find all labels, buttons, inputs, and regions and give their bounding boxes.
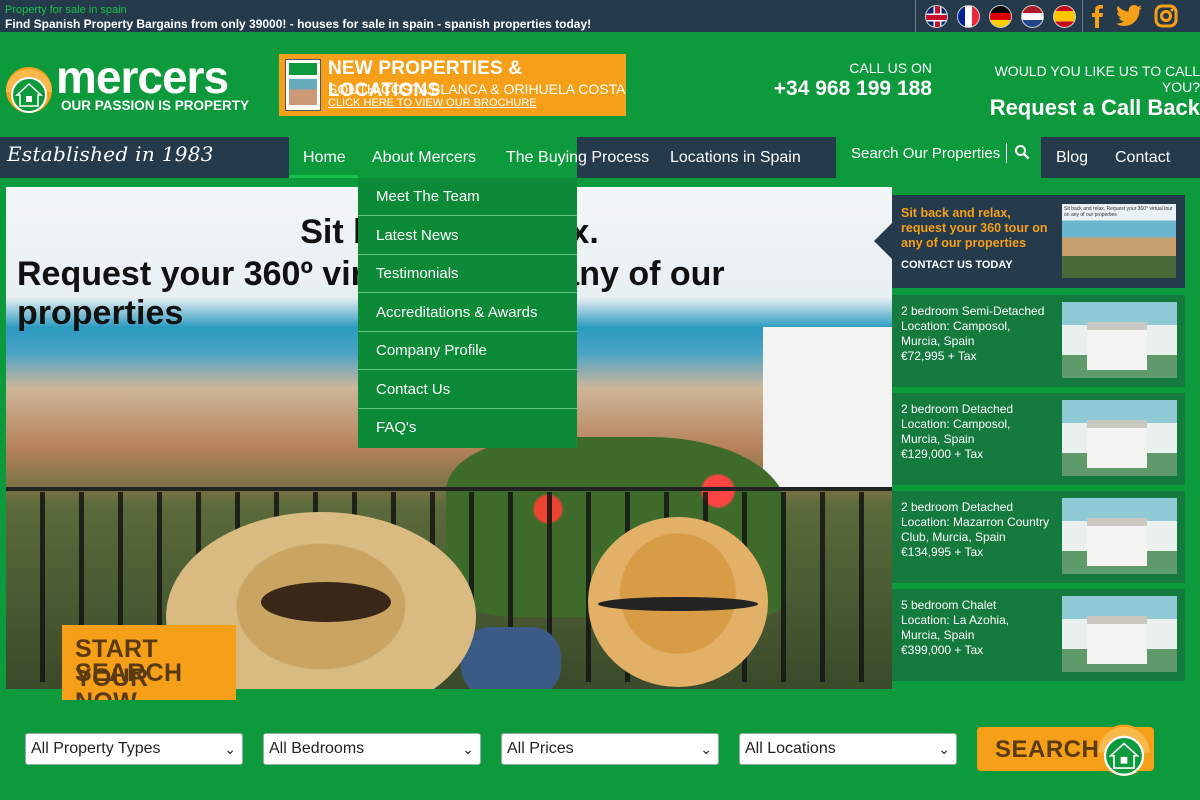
- social-links: [1090, 0, 1178, 32]
- logo-slogan: OUR PASSION IS PROPERTY: [61, 98, 250, 113]
- netherlands-flag-icon[interactable]: [1021, 4, 1044, 28]
- hero-hat-right: [588, 517, 768, 687]
- property-price: €399,000 + Tax: [901, 643, 984, 657]
- mercers-logo[interactable]: mercers OUR PASSION IS PROPERTY: [4, 51, 264, 124]
- property-location: Location: La Azohia, Murcia, Spain: [901, 613, 1010, 642]
- bedrooms-value: All Bedrooms: [269, 740, 365, 757]
- chevron-down-icon: ⌄: [938, 741, 950, 757]
- property-location: Location: Mazarron Country Club, Murcia,…: [901, 515, 1050, 544]
- brochure-link[interactable]: CLICK HERE TO VIEW OUR BROCHURE: [328, 97, 537, 109]
- germany-flag-icon[interactable]: [989, 4, 1012, 28]
- property-photo[interactable]: [1062, 596, 1177, 672]
- menu-item-company-profile[interactable]: Company Profile: [358, 332, 577, 370]
- menu-item-faqs[interactable]: FAQ's: [358, 409, 577, 447]
- property-title: 2 bedroom Detached: [901, 500, 1014, 514]
- nav-blog[interactable]: Blog: [1042, 137, 1102, 178]
- property-photo[interactable]: [1062, 498, 1177, 574]
- property-details: 2 bedroom Detached Location: Camposol, M…: [901, 402, 1051, 462]
- property-location: Location: Camposol, Murcia, Spain: [901, 319, 1011, 348]
- virtual-tour-promo[interactable]: Sit back and relax, request your 360 tou…: [874, 195, 1185, 288]
- menu-item-contact-us[interactable]: Contact Us: [358, 371, 577, 409]
- property-title: 2 bedroom Detached: [901, 402, 1014, 416]
- main-nav: Established in 1983 Home About Mercers T…: [0, 133, 1200, 207]
- search-properties-label: Search Our Properties: [851, 145, 1001, 162]
- phone-number[interactable]: +34 968 199 188: [740, 77, 932, 101]
- hero-house: [763, 327, 893, 487]
- hero-railing-top: [6, 487, 893, 491]
- callback-label: WOULD YOU LIKE US TO CALL YOU?: [994, 63, 1200, 95]
- established-tagline: Established in 1983: [7, 142, 214, 166]
- facebook-icon[interactable]: [1090, 4, 1104, 28]
- brochure-banner[interactable]: NEW PROPERTIES & LOCATIONS SOUTH COSTA B…: [279, 54, 626, 116]
- property-type-value: All Property Types: [31, 740, 161, 757]
- top-tagline[interactable]: Property for sale in spain: [5, 4, 127, 16]
- nav-home[interactable]: Home: [289, 137, 360, 178]
- chevron-down-icon: ⌄: [462, 741, 474, 757]
- brochure-thumbnail: [285, 59, 321, 111]
- language-flags: [915, 0, 1083, 32]
- menu-item-accreditations[interactable]: Accreditations & Awards: [358, 294, 577, 332]
- top-headline: Find Spanish Property Bargains from only…: [5, 17, 592, 31]
- property-details: 2 bedroom Detached Location: Mazarron Co…: [901, 500, 1051, 560]
- divider: [1006, 143, 1007, 163]
- menu-item-meet-team[interactable]: Meet The Team: [358, 178, 577, 216]
- nav-buying-process[interactable]: The Buying Process: [492, 137, 663, 178]
- promo-thumbnail: Sit back and relax. Request your 360° vi…: [1062, 204, 1176, 278]
- property-card[interactable]: 5 bedroom Chalet Location: La Azohia, Mu…: [892, 589, 1185, 681]
- menu-item-testimonials[interactable]: Testimonials: [358, 255, 577, 293]
- menu-item-latest-news[interactable]: Latest News: [358, 217, 577, 255]
- chevron-down-icon: ⌄: [700, 741, 712, 757]
- property-details: 2 bedroom Semi-Detached Location: Campos…: [901, 304, 1051, 364]
- contact-us-today-link[interactable]: CONTACT US TODAY: [901, 259, 1013, 271]
- featured-sidebar: Sit back and relax, request your 360 tou…: [874, 187, 1194, 689]
- start-search-badge[interactable]: START YOUR SEARCH NOW: [62, 625, 236, 716]
- twitter-icon[interactable]: [1116, 5, 1142, 27]
- search-properties-tab[interactable]: Search Our Properties: [836, 133, 1041, 178]
- search-button-label: SEARCH: [995, 736, 1100, 763]
- property-location: Location: Camposol, Murcia, Spain: [901, 417, 1011, 446]
- house-logo-icon: [1098, 724, 1150, 776]
- prices-value: All Prices: [507, 740, 574, 757]
- uk-flag-icon[interactable]: [925, 4, 948, 28]
- property-title: 2 bedroom Semi-Detached: [901, 304, 1045, 318]
- site-header: mercers OUR PASSION IS PROPERTY NEW PROP…: [0, 32, 1200, 137]
- top-bar: Property for sale in spain Find Spanish …: [0, 0, 1200, 32]
- request-callback-link[interactable]: Request a Call Back: [960, 95, 1200, 121]
- locations-value: All Locations: [745, 740, 836, 757]
- chevron-down-icon: ⌄: [224, 741, 236, 757]
- property-details: 5 bedroom Chalet Location: La Azohia, Mu…: [901, 598, 1051, 658]
- prices-select[interactable]: All Prices ⌄: [501, 733, 719, 765]
- callback-block: WOULD YOU LIKE US TO CALL YOU? Request a…: [960, 63, 1200, 121]
- property-photo[interactable]: [1062, 302, 1177, 378]
- property-card[interactable]: 2 bedroom Detached Location: Camposol, M…: [892, 393, 1185, 485]
- france-flag-icon[interactable]: [957, 4, 980, 28]
- nav-contact-us[interactable]: Contact Us: [1101, 137, 1200, 207]
- property-search-bar: All Property Types ⌄ All Bedrooms ⌄ All …: [0, 700, 1200, 800]
- property-photo[interactable]: [1062, 400, 1177, 476]
- property-price: €129,000 + Tax: [901, 447, 984, 461]
- about-dropdown-menu: Meet The Team Latest News Testimonials A…: [358, 178, 577, 448]
- locations-select[interactable]: All Locations ⌄: [739, 733, 957, 765]
- logo-wordmark: mercers: [56, 51, 229, 103]
- promo-thumbnail-caption: Sit back and relax. Request your 360° vi…: [1064, 206, 1173, 218]
- bedrooms-select[interactable]: All Bedrooms ⌄: [263, 733, 481, 765]
- property-price: €134,995 + Tax: [901, 545, 984, 559]
- promo-text: Sit back and relax, request your 360 tou…: [901, 206, 1048, 250]
- search-button[interactable]: SEARCH: [977, 724, 1154, 776]
- hero-legs-2: [461, 627, 561, 689]
- brochure-subtitle: SOUTH COSTA BLANCA & ORIHUELA COSTA: [328, 81, 626, 97]
- property-price: €72,995 + Tax: [901, 349, 977, 363]
- call-us-label: CALL US ON: [849, 60, 932, 76]
- instagram-icon[interactable]: [1154, 4, 1178, 28]
- house-logo-icon: [6, 67, 52, 113]
- property-card[interactable]: 2 bedroom Semi-Detached Location: Campos…: [892, 295, 1185, 387]
- promo-pointer: [874, 223, 892, 259]
- nav-locations[interactable]: Locations in Spain: [656, 137, 815, 178]
- property-title: 5 bedroom Chalet: [901, 598, 997, 612]
- property-card[interactable]: 2 bedroom Detached Location: Mazarron Co…: [892, 491, 1185, 583]
- search-icon[interactable]: [1014, 144, 1030, 160]
- property-type-select[interactable]: All Property Types ⌄: [25, 733, 243, 765]
- call-us-block: CALL US ON +34 968 199 188: [740, 60, 932, 101]
- spain-flag-icon[interactable]: [1053, 4, 1076, 28]
